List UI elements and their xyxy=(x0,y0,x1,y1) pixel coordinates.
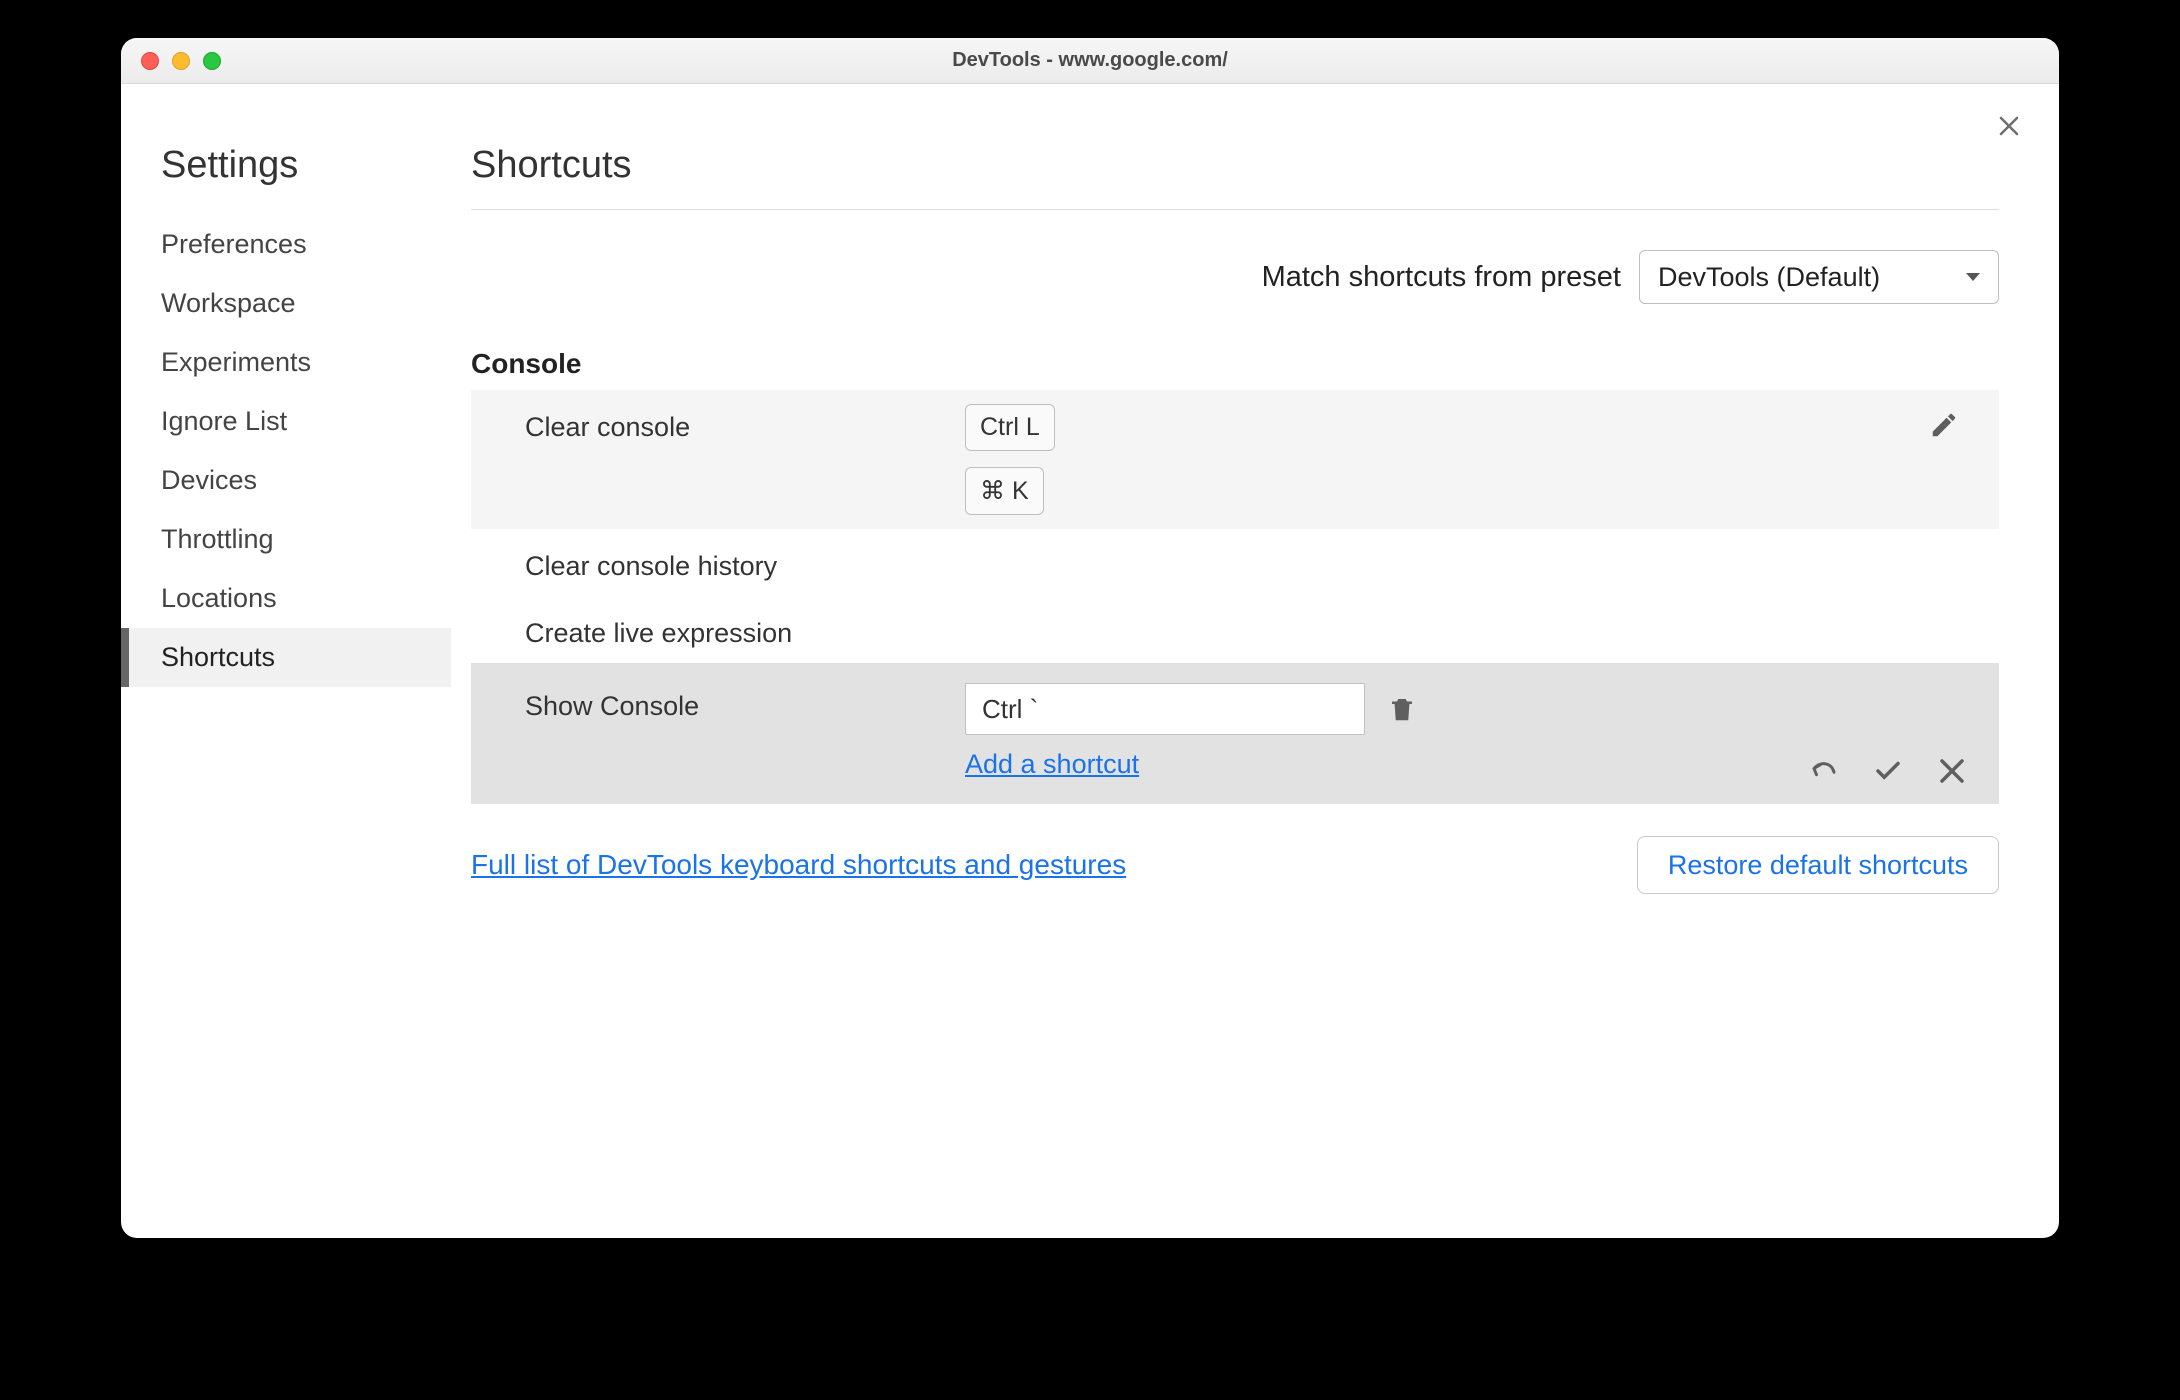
footer: Full list of DevTools keyboard shortcuts… xyxy=(471,836,1999,894)
preset-select[interactable]: DevTools (Default) xyxy=(1639,250,1999,304)
shortcut-label: Clear console history xyxy=(525,543,965,582)
shortcut-keys: Ctrl L ⌘ K xyxy=(965,404,1405,515)
close-settings-button[interactable] xyxy=(1997,114,2021,143)
delete-shortcut-button[interactable] xyxy=(1387,694,1417,724)
shortcut-key-input[interactable] xyxy=(965,683,1365,735)
close-icon xyxy=(1997,114,2021,138)
row-actions xyxy=(1929,404,1959,440)
sidebar-item-throttling[interactable]: Throttling xyxy=(121,510,451,569)
window-close-button[interactable] xyxy=(141,52,159,70)
shortcut-edit-body: Add a shortcut xyxy=(965,683,1465,780)
content: Settings Preferences Workspace Experimen… xyxy=(121,84,2059,1238)
shortcut-row-create-live-expression: Create live expression xyxy=(471,596,1999,663)
full-shortcut-list-link[interactable]: Full list of DevTools keyboard shortcuts… xyxy=(471,849,1126,881)
shortcut-label: Create live expression xyxy=(525,610,965,649)
sidebar-item-locations[interactable]: Locations xyxy=(121,569,451,628)
restore-defaults-button[interactable]: Restore default shortcuts xyxy=(1637,836,1999,894)
main-panel: Shortcuts Match shortcuts from preset De… xyxy=(451,84,2059,1238)
window-title: DevTools - www.google.com/ xyxy=(121,49,2059,72)
devtools-window: DevTools - www.google.com/ Settings Pref… xyxy=(121,38,2059,1238)
sidebar-item-preferences[interactable]: Preferences xyxy=(121,215,451,274)
preset-label: Match shortcuts from preset xyxy=(1262,261,1621,294)
preset-value: DevTools (Default) xyxy=(1658,262,1880,293)
sidebar-item-devices[interactable]: Devices xyxy=(121,451,451,510)
shortcut-edit-line xyxy=(965,683,1465,735)
cancel-shortcut-button[interactable] xyxy=(1937,756,1967,786)
sidebar: Settings Preferences Workspace Experimen… xyxy=(121,84,451,1238)
titlebar: DevTools - www.google.com/ xyxy=(121,38,2059,84)
shortcut-label: Show Console xyxy=(525,683,965,722)
shortcut-row-clear-history: Clear console history xyxy=(471,529,1999,596)
sidebar-item-shortcuts[interactable]: Shortcuts xyxy=(121,628,451,687)
page-title: Shortcuts xyxy=(471,144,1999,187)
keycap: Ctrl L xyxy=(965,404,1055,451)
sidebar-item-experiments[interactable]: Experiments xyxy=(121,333,451,392)
shortcut-row-show-console: Show Console Add a shortcut xyxy=(471,663,1999,804)
close-icon xyxy=(1937,756,1967,786)
sidebar-item-workspace[interactable]: Workspace xyxy=(121,274,451,333)
pencil-icon xyxy=(1929,410,1959,440)
sidebar-item-ignore-list[interactable]: Ignore List xyxy=(121,392,451,451)
window-zoom-button[interactable] xyxy=(203,52,221,70)
shortcut-edit-actions xyxy=(1809,756,1967,786)
chevron-down-icon xyxy=(1966,273,1980,281)
window-minimize-button[interactable] xyxy=(172,52,190,70)
divider xyxy=(471,209,1999,210)
traffic-lights xyxy=(141,52,221,70)
add-shortcut-link[interactable]: Add a shortcut xyxy=(965,749,1465,780)
preset-row: Match shortcuts from preset DevTools (De… xyxy=(471,250,1999,304)
shortcut-label: Clear console xyxy=(525,404,965,443)
confirm-shortcut-button[interactable] xyxy=(1873,756,1903,786)
sidebar-title: Settings xyxy=(121,144,451,187)
trash-icon xyxy=(1387,694,1417,724)
check-icon xyxy=(1873,756,1903,786)
shortcut-row-clear-console: Clear console Ctrl L ⌘ K xyxy=(471,390,1999,529)
edit-shortcut-button[interactable] xyxy=(1929,410,1959,440)
revert-shortcut-button[interactable] xyxy=(1809,756,1839,786)
keycap: ⌘ K xyxy=(965,467,1044,515)
undo-icon xyxy=(1809,756,1839,786)
section-console-label: Console xyxy=(471,348,1999,380)
